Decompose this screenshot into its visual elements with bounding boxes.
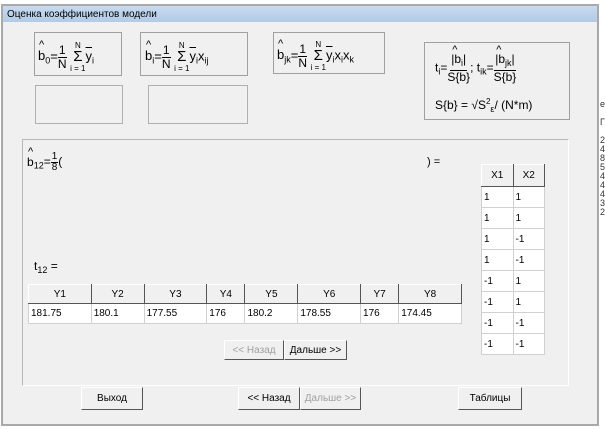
exit-button[interactable]: Выход [81,387,143,410]
sub: i [438,66,441,77]
window-title: Оценка коэффициентов модели [3,6,597,22]
inner-back-button[interactable]: << Назад [224,340,284,360]
y-cell[interactable]: 174.45 [398,303,462,324]
y-cell[interactable]: 180.2 [244,303,299,324]
sum-bottom: i = 1 [70,64,86,73]
sub: i [152,55,155,66]
y-header: Y4 [206,284,246,304]
y-header: Y1 [28,284,92,304]
sub: 12 [33,160,44,171]
b-hat: b [277,38,284,62]
x-cell[interactable]: -1 [512,312,545,334]
x-table-row: -1 1 [481,291,545,313]
sub: ij [204,55,209,66]
num: |b [451,44,461,66]
sep: ; [470,60,474,75]
x-cell[interactable]: -1 [512,249,545,271]
sub: 12 [37,265,48,275]
formula-bik: bjk=1N NΣi = 1yixixk [273,32,385,74]
y-header: Y6 [297,284,362,304]
x-cell[interactable]: -1 [481,270,514,292]
x-cell[interactable]: 1 [481,228,514,250]
sum-bottom: i = 1 [174,64,190,73]
x-cell[interactable]: 1 [512,270,545,292]
den: N [161,56,171,71]
t12-expression: t12 = [34,259,58,275]
tables-button[interactable]: Таблицы [458,387,522,410]
y-header: Y2 [90,284,145,304]
den: N [57,56,67,71]
den: N [298,55,307,70]
sub: i [92,55,94,66]
sb-rest: / (N*m) [494,98,533,112]
x-table-row: -1 -1 [481,312,545,334]
eq: = [47,259,58,273]
sub: jk [505,58,512,68]
y-table[interactable]: Y1 Y2 Y3 Y4 Y5 Y6 Y7 Y8 181.75 180.1 177.55 176 180.… [28,284,462,324]
x-cell[interactable]: 1 [512,291,545,313]
inner-next-button[interactable]: Дальше >> [284,340,347,360]
background-window-fragment: еГ248544432 [600,100,605,217]
y-cell[interactable]: 177.55 [143,303,208,324]
x-cell[interactable]: 1 [512,207,545,229]
b-hat: b [145,39,152,63]
y-header: Y7 [360,284,400,304]
sum-bottom: i = 1 [310,63,326,72]
dialog-window: Оценка коэффициентов модели b0=1N NΣi = … [1,4,599,426]
x-header: X1 [481,164,514,187]
num: 1 [298,41,308,57]
next-button[interactable]: Дальше >> [300,387,361,410]
num: 1 [57,42,67,58]
x-table[interactable]: X1 X2 1 1 1 1 1 -1 1 -1 -1 1 -1 1 -1 -1 -1 -1 [481,164,545,355]
b12-close: ) = [427,156,441,168]
sub: i [461,58,464,68]
x-table-row: 11 [481,186,545,208]
x-table-row: 11 [481,207,545,229]
formula-b0: b0=1N NΣi = 1yi [34,32,122,76]
x-cell[interactable]: -1 [481,333,514,355]
x-cell[interactable]: -1 [481,291,514,313]
sub: ik [480,66,487,77]
x-table-row: -1 -1 [481,333,545,355]
b-hat: b [38,39,45,63]
sub: jk [284,54,291,65]
y-cell[interactable]: 181.75 [28,303,92,324]
sub: 0 [45,55,51,66]
y-header-row: Y1 Y2 Y3 Y4 Y5 Y6 Y7 Y8 [28,284,462,304]
sub: k [349,54,354,65]
y-header: Y5 [244,284,299,304]
x-cell[interactable]: 1 [481,207,514,229]
x-cell[interactable]: -1 [512,228,545,250]
b0-result-field [35,85,123,124]
x-cell[interactable]: 1 [481,249,514,271]
y-header: Y8 [398,284,462,304]
b12-expression: b12=18( [27,146,63,173]
x-cell[interactable]: -1 [512,333,545,355]
den: S{b} [493,70,517,84]
num: 1 [161,42,171,58]
num: |b [495,44,505,66]
open-paren: ( [58,154,63,169]
den: 8 [51,162,58,173]
x-table-row: 1 -1 [481,249,545,271]
x-cell[interactable]: 1 [512,186,545,208]
back-button[interactable]: << Назад [238,387,300,410]
formula-bi: bi=1N NΣi = 1yixij [140,32,248,76]
y-cell[interactable]: 180.1 [90,303,145,324]
x-header: X2 [512,164,545,187]
bi-result-field [148,85,248,124]
x-table-row: 1 -1 [481,228,545,250]
sb-formula: S{b} = √S [435,98,486,112]
x-cell[interactable]: -1 [481,312,514,334]
y-cell[interactable]: 176 [206,303,246,324]
formula-t: ti=|bi|S{b}; tik=|bjk|S{b} S{b} = √S2ε/ … [424,42,570,120]
y-cell[interactable]: 176 [360,303,400,324]
x-table-row: -1 1 [481,270,545,292]
x-cell[interactable]: 1 [481,186,514,208]
b-hat: b [27,146,34,169]
y-cell[interactable]: 178.55 [297,303,362,324]
den: S{b} [447,70,471,84]
y-header: Y3 [143,284,208,304]
y-table-row: 181.75 180.1 177.55 176 180.2 178.55 176 174.45 [28,303,462,324]
